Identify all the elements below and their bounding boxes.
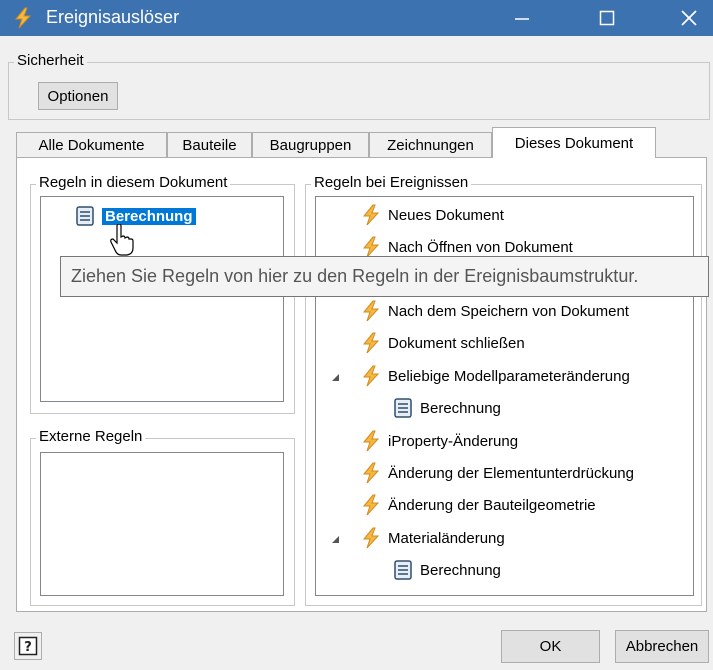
tree-item-neues-dokument[interactable]: Neues Dokument — [360, 202, 504, 228]
tab-dieses-dokument[interactable]: Dieses Dokument — [492, 127, 656, 158]
tree-item-rule-berechnung[interactable]: Berechnung — [392, 557, 501, 583]
document-rules-legend: Regeln in diesem Dokument — [36, 174, 231, 192]
options-button[interactable]: Optionen — [38, 82, 118, 110]
tree-item-iproperty[interactable]: iProperty-Änderung — [360, 428, 518, 454]
event-rules-legend: Regeln bei Ereignissen — [311, 174, 472, 192]
svg-text:?: ? — [24, 640, 32, 655]
tree-item-materialaenderung[interactable]: Materialänderung — [360, 525, 505, 551]
event-lightning-icon — [360, 527, 382, 549]
external-rules-list[interactable] — [40, 452, 284, 596]
tree-item-rule-berechnung[interactable]: Berechnung — [392, 395, 501, 421]
title-bar: Ereignisauslöser — [0, 0, 713, 36]
rule-label: Berechnung — [102, 207, 196, 225]
tab-baugruppen[interactable]: Baugruppen — [252, 132, 369, 157]
rule-scroll-icon — [74, 205, 96, 227]
help-button[interactable]: ? — [14, 632, 42, 660]
event-lightning-icon — [360, 494, 382, 516]
tab-zeichnungen[interactable]: Zeichnungen — [369, 132, 492, 157]
tree-item-dokument-schliessen[interactable]: Dokument schließen — [360, 330, 525, 356]
hand-cursor-icon — [110, 224, 134, 256]
event-lightning-icon — [360, 462, 382, 484]
ok-button[interactable]: OK — [501, 630, 600, 663]
maximize-icon — [599, 10, 615, 26]
event-lightning-icon — [360, 204, 382, 226]
expand-arrow-icon[interactable] — [332, 536, 339, 543]
rule-scroll-icon — [392, 559, 414, 581]
event-lightning-icon — [360, 430, 382, 452]
event-lightning-icon — [360, 300, 382, 322]
tree-item-modellparameter[interactable]: Beliebige Modellparameteränderung — [360, 363, 630, 389]
window-title: Ereignisauslöser — [46, 7, 180, 27]
event-lightning-icon — [360, 332, 382, 354]
rule-scroll-icon — [392, 397, 414, 419]
external-rules-legend: Externe Regeln — [36, 428, 146, 446]
close-icon — [681, 10, 697, 26]
tree-item-elementunterdrueckung[interactable]: Änderung der Elementunterdrückung — [360, 460, 634, 486]
security-legend: Sicherheit — [14, 52, 87, 70]
close-button[interactable] — [665, 0, 713, 36]
minimize-button[interactable] — [498, 0, 546, 36]
expand-arrow-icon[interactable] — [332, 374, 339, 381]
minimize-icon — [515, 18, 529, 20]
drag-hint-tooltip: Ziehen Sie Regeln von hier zu den Regeln… — [60, 256, 709, 297]
help-icon: ? — [18, 636, 38, 656]
maximize-button[interactable] — [583, 0, 631, 36]
event-lightning-icon — [360, 236, 382, 258]
tab-alle-dokumente[interactable]: Alle Dokumente — [16, 132, 167, 157]
event-lightning-icon — [360, 365, 382, 387]
tree-item-bauteilgeometrie[interactable]: Änderung der Bauteilgeometrie — [360, 492, 596, 518]
lightning-icon — [14, 7, 32, 29]
cancel-button[interactable]: Abbrechen — [615, 630, 709, 663]
tree-item-nach-speichern[interactable]: Nach dem Speichern von Dokument — [360, 298, 629, 324]
tab-bauteile[interactable]: Bauteile — [167, 132, 252, 157]
